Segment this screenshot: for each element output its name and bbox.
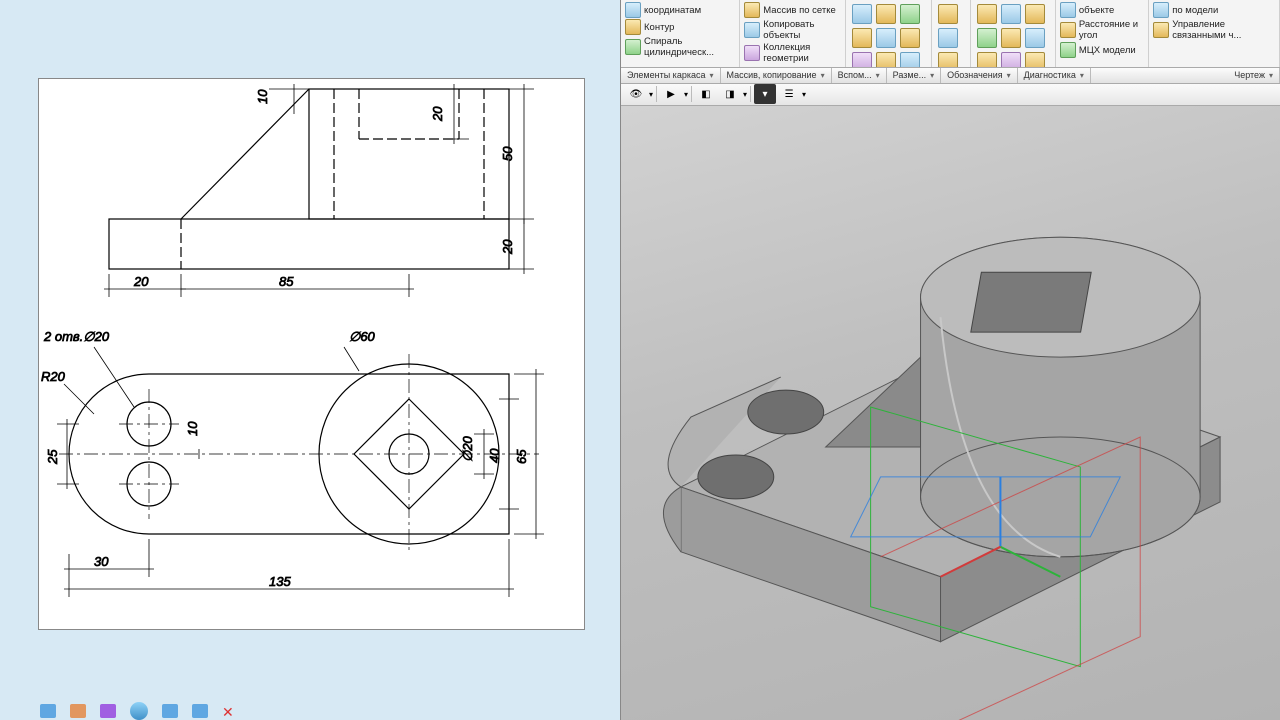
panel-label[interactable]: Чертеж▾ — [1228, 68, 1280, 83]
cube-icon[interactable]: ◧ — [695, 84, 717, 104]
ribbon-cmd-array-grid[interactable]: Массив по сетке — [744, 2, 841, 18]
ribbon-group-diagnostic: объекте Расстояние и угол МЦХ модели — [1056, 0, 1149, 67]
taskbar-icon[interactable] — [100, 704, 116, 718]
ribbon-cmd-copy-objects[interactable]: Копировать объекты — [744, 19, 841, 41]
taskbar-close-icon[interactable]: ✕ — [222, 704, 238, 718]
ribbon-cmd-mass-props[interactable]: МЦХ модели — [1060, 42, 1144, 58]
toolbar-icon[interactable] — [876, 28, 896, 48]
taskbar-icon[interactable] — [192, 704, 208, 718]
ribbon-group-drawing: по модели Управление связанными ч... — [1149, 0, 1280, 67]
toolbar-icon[interactable] — [1001, 4, 1021, 24]
ribbon-cmd-spiral[interactable]: Спираль цилиндрическ... — [625, 36, 735, 58]
panel-label[interactable]: Вспом...▾ — [832, 68, 887, 83]
triangle-icon[interactable]: ▶ — [660, 84, 682, 104]
svg-text:65: 65 — [514, 449, 529, 464]
cube-shaded-icon[interactable]: ◨ — [719, 84, 741, 104]
drawing-document-pane: 10 20 50 — [0, 0, 620, 720]
toolbar-icon[interactable] — [1025, 52, 1045, 68]
panel-label[interactable]: Массив, копирование▾ — [721, 68, 832, 83]
toolbar-icon[interactable] — [938, 52, 958, 68]
eye-icon[interactable]: 👁 — [625, 84, 647, 104]
ribbon-cmd-contour[interactable]: Контур — [625, 19, 735, 35]
drawing-sheet: 10 20 50 — [38, 78, 585, 630]
ribbon-panel-labels: Элементы каркаса▾ Массив, копирование▾ В… — [621, 68, 1280, 84]
ribbon-cmd-coordinates[interactable]: координатам — [625, 2, 735, 18]
svg-text:30: 30 — [94, 554, 109, 569]
ribbon-group-icongrid-2 — [932, 0, 971, 67]
toolbar-icon[interactable] — [852, 4, 872, 24]
toolbar-icon[interactable] — [900, 28, 920, 48]
ribbon-group-frame: координатам Контур Спираль цилиндрическ.… — [621, 0, 740, 67]
taskbar-icon[interactable] — [70, 704, 86, 718]
svg-text:∅20: ∅20 — [460, 435, 475, 462]
taskbar-icon[interactable] — [162, 704, 178, 718]
ribbon-group-icongrid-1 — [846, 0, 931, 67]
toolbar-icon[interactable] — [1025, 4, 1045, 24]
svg-text:25: 25 — [45, 449, 60, 465]
ribbon-cmd-manage-linked[interactable]: Управление связанными ч... — [1153, 19, 1275, 41]
svg-text:∅60: ∅60 — [349, 329, 376, 344]
svg-text:20: 20 — [430, 106, 445, 122]
menu-icon[interactable]: ☰ — [778, 84, 800, 104]
toolbar-icon[interactable] — [977, 52, 997, 68]
toolbar-icon[interactable] — [852, 52, 872, 68]
funnel-icon[interactable]: ▾ — [754, 84, 776, 104]
svg-text:135: 135 — [269, 574, 291, 589]
toolbar-icon[interactable] — [1025, 28, 1045, 48]
toolbar-icon[interactable] — [900, 4, 920, 24]
toolbar-icon[interactable] — [1001, 28, 1021, 48]
ribbon-group-icongrid-3 — [971, 0, 1056, 67]
taskbar: ✕ — [30, 702, 248, 720]
toolbar-icon[interactable] — [852, 28, 872, 48]
cad-app-pane: координатам Контур Спираль цилиндрическ.… — [620, 0, 1280, 720]
ribbon-cmd-distance-angle[interactable]: Расстояние и угол — [1060, 19, 1144, 41]
panel-label[interactable]: Диагностика▾ — [1018, 68, 1091, 83]
svg-text:20: 20 — [500, 239, 515, 255]
svg-text:40: 40 — [487, 448, 502, 463]
toolbar-icon[interactable] — [876, 52, 896, 68]
svg-text:10: 10 — [185, 421, 200, 436]
toolbar-icon[interactable] — [1001, 52, 1021, 68]
panel-label[interactable]: Элементы каркаса▾ — [621, 68, 721, 83]
toolbar-icon[interactable] — [977, 4, 997, 24]
ribbon-cmd-geometry-collection[interactable]: Коллекция геометрии — [744, 42, 841, 64]
svg-text:R20: R20 — [41, 369, 66, 384]
panel-label[interactable]: Обозначения▾ — [941, 68, 1018, 83]
3d-viewport[interactable] — [621, 106, 1280, 720]
svg-text:50: 50 — [500, 146, 515, 161]
svg-text:20: 20 — [133, 274, 149, 289]
toolbar-icon[interactable] — [977, 28, 997, 48]
ribbon-group-array: Массив по сетке Копировать объекты Колле… — [740, 0, 846, 67]
svg-text:85: 85 — [279, 274, 294, 289]
ribbon: координатам Контур Спираль цилиндрическ.… — [621, 0, 1280, 68]
taskbar-icon[interactable] — [130, 702, 148, 720]
svg-text:2 отв.∅20: 2 отв.∅20 — [43, 329, 110, 344]
toolbar-icon[interactable] — [938, 4, 958, 24]
svg-text:10: 10 — [255, 89, 270, 104]
ribbon-cmd-by-model[interactable]: по модели — [1153, 2, 1275, 18]
toolbar-icon[interactable] — [900, 52, 920, 68]
taskbar-icon[interactable] — [40, 704, 56, 718]
toolbar-icon[interactable] — [938, 28, 958, 48]
toolbar-icon[interactable] — [876, 4, 896, 24]
panel-label[interactable]: Разме...▾ — [887, 68, 941, 83]
ribbon-cmd-object[interactable]: объекте — [1060, 2, 1144, 18]
view-toolbar: 👁▾ ▶▾ ◧ ◨▾ ▾ ☰▾ — [621, 84, 1280, 106]
